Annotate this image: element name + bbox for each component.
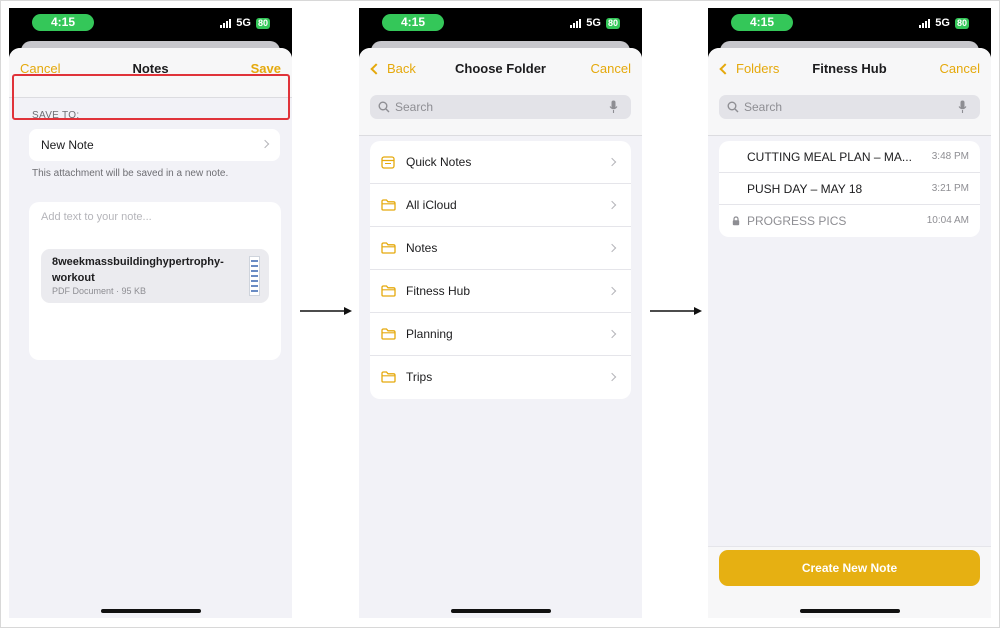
folder-label: Fitness Hub <box>406 284 471 298</box>
network-label: 5G <box>586 17 601 29</box>
battery-icon: 80 <box>255 17 270 29</box>
note-title: PUSH DAY – MAY 18 <box>747 182 863 196</box>
search-input[interactable]: Search <box>370 95 631 119</box>
note-time: 3:21 PM <box>931 183 969 194</box>
note-text-placeholder[interactable]: Add text to your note... <box>41 211 152 223</box>
folder-row-quick-notes[interactable]: Quick Notes <box>370 141 631 184</box>
chevron-right-icon <box>607 372 617 382</box>
search-placeholder: Search <box>744 100 783 114</box>
note-title: CUTTING MEAL PLAN – MA... <box>747 150 912 164</box>
status-bar: 4:15 5G 80 <box>9 8 292 44</box>
lock-icon <box>732 216 740 226</box>
arrow-right-icon <box>300 307 352 315</box>
folder-row-notes[interactable]: Notes <box>370 227 631 270</box>
network-label: 5G <box>935 17 950 29</box>
status-time: 4:15 <box>32 14 94 31</box>
note-compose-area[interactable]: Add text to your note... 8weekmassbuildi… <box>29 202 281 360</box>
folder-icon <box>381 371 396 383</box>
folder-icon <box>381 328 396 340</box>
home-indicator <box>450 609 551 613</box>
folder-sheet: Back Choose Folder Cancel Search Quick N… <box>359 48 642 618</box>
microphone-icon[interactable] <box>609 100 618 114</box>
folder-icon <box>381 285 396 297</box>
signal-icon <box>570 18 582 28</box>
note-title: PROGRESS PICS <box>747 214 847 228</box>
create-new-note-button[interactable]: Create New Note <box>719 550 980 586</box>
signal-icon <box>919 18 931 28</box>
battery-icon: 80 <box>605 17 620 29</box>
status-time: 4:15 <box>382 14 444 31</box>
microphone-icon[interactable] <box>958 100 967 114</box>
folder-row-trips[interactable]: Trips <box>370 356 631 399</box>
chevron-right-icon <box>607 243 617 253</box>
search-input[interactable]: Search <box>719 95 980 119</box>
attachment-hint: This attachment will be saved in a new n… <box>32 168 229 179</box>
search-placeholder: Search <box>395 100 434 114</box>
folder-label: Quick Notes <box>406 155 472 169</box>
folder-notes-sheet: Folders Fitness Hub Cancel Search CUTTIN… <box>708 48 991 618</box>
arrow-right-icon <box>650 307 702 315</box>
status-time: 4:15 <box>731 14 793 31</box>
note-time: 10:04 AM <box>926 215 969 226</box>
highlight-box <box>12 74 290 120</box>
phone-screen-choose-folder: 4:15 5G 80 Back Choose Folder Cancel Sea… <box>359 8 642 618</box>
folder-label: Notes <box>406 241 438 255</box>
folder-row-fitness-hub[interactable]: Fitness Hub <box>370 270 631 313</box>
attachment-meta: PDF Document · 95 KB <box>52 286 147 296</box>
folder-label: Trips <box>406 370 433 384</box>
destination-label: New Note <box>41 138 94 152</box>
battery-icon: 80 <box>954 17 969 29</box>
chevron-right-icon <box>607 329 617 339</box>
folder-row-planning[interactable]: Planning <box>370 313 631 356</box>
search-icon <box>727 101 739 113</box>
cancel-button[interactable]: Cancel <box>591 61 631 76</box>
note-row[interactable]: CUTTING MEAL PLAN – MA... 3:48 PM <box>719 141 980 173</box>
home-indicator <box>799 609 900 613</box>
chevron-right-icon <box>260 139 270 149</box>
pdf-thumbnail-icon <box>249 256 260 296</box>
status-bar: 4:15 5G 80 <box>359 8 642 44</box>
folder-list: Quick Notes All iCloud Notes Fitness Hub <box>370 141 631 399</box>
folder-label: All iCloud <box>406 198 457 212</box>
chevron-right-icon <box>607 200 617 210</box>
note-row[interactable]: PUSH DAY – MAY 18 3:21 PM <box>719 173 980 205</box>
phone-screen-fitness-hub: 4:15 5G 80 Folders Fitness Hub Cancel Se… <box>708 8 991 618</box>
attachment-name: 8weekmassbuildinghypertrophy-workout <box>52 256 224 284</box>
search-icon <box>378 101 390 113</box>
note-row-locked[interactable]: PROGRESS PICS 10:04 AM <box>719 205 980 237</box>
nav-bar: Folders Fitness Hub Cancel Search <box>708 48 991 136</box>
cancel-button[interactable]: Cancel <box>940 61 980 76</box>
status-bar: 4:15 5G 80 <box>708 8 991 44</box>
chevron-right-icon <box>607 286 617 296</box>
folder-row-all-icloud[interactable]: All iCloud <box>370 184 631 227</box>
attachment-card[interactable]: 8weekmassbuildinghypertrophy-workout PDF… <box>41 249 269 303</box>
note-list: CUTTING MEAL PLAN – MA... 3:48 PM PUSH D… <box>719 141 980 237</box>
folder-label: Planning <box>406 327 453 341</box>
signal-icon <box>220 18 232 28</box>
chevron-right-icon <box>607 157 617 167</box>
home-indicator <box>100 609 201 613</box>
note-time: 3:48 PM <box>931 151 969 162</box>
destination-row[interactable]: New Note <box>29 129 280 161</box>
save-sheet: Cancel Notes Save SAVE TO: New Note This… <box>9 48 292 618</box>
folder-icon <box>381 199 396 211</box>
quick-notes-icon <box>381 156 395 169</box>
folder-icon <box>381 242 396 254</box>
network-label: 5G <box>236 17 251 29</box>
nav-bar: Back Choose Folder Cancel Search <box>359 48 642 136</box>
